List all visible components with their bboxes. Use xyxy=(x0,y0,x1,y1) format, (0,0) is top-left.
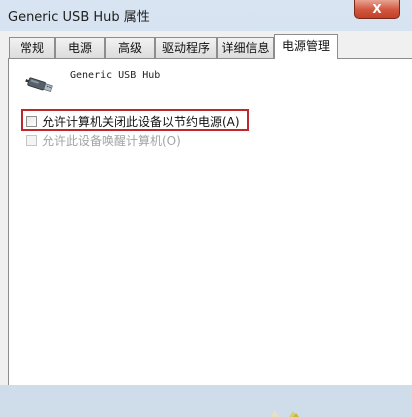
properties-window: Generic USB Hub 属性 X 常规 电源 高级 驱动程序 详细信息 … xyxy=(0,0,412,417)
window-title: Generic USB Hub 属性 xyxy=(8,10,150,25)
power-management-panel: Generic USB Hub 允许计算机关闭此设备以节约电源(A) 允许此设备… xyxy=(8,58,412,417)
dialog-client-area: 常规 电源 高级 驱动程序 详细信息 电源管理 Generic USB Hub xyxy=(0,31,412,417)
tab-power-management[interactable]: 电源管理 xyxy=(274,34,338,59)
watermark-logo-icon xyxy=(271,410,299,417)
tab-details[interactable]: 详细信息 xyxy=(217,37,274,58)
tab-advanced[interactable]: 高级 xyxy=(105,37,155,58)
tab-driver[interactable]: 驱动程序 xyxy=(155,37,217,58)
tab-bar: 常规 电源 高级 驱动程序 详细信息 电源管理 xyxy=(0,31,412,61)
tab-power[interactable]: 电源 xyxy=(55,37,105,58)
usb-plug-icon xyxy=(25,77,53,93)
highlight-annotation-box xyxy=(21,109,249,131)
tab-general[interactable]: 常规 xyxy=(9,37,55,58)
device-name: Generic USB Hub xyxy=(70,70,161,81)
title-bar[interactable]: Generic USB Hub 属性 X xyxy=(0,0,412,31)
close-button[interactable]: X xyxy=(354,0,400,19)
allow-wake-label: 允许此设备唤醒计算机(O) xyxy=(42,134,181,148)
close-icon: X xyxy=(372,2,382,16)
allow-wake-checkbox xyxy=(26,135,37,146)
